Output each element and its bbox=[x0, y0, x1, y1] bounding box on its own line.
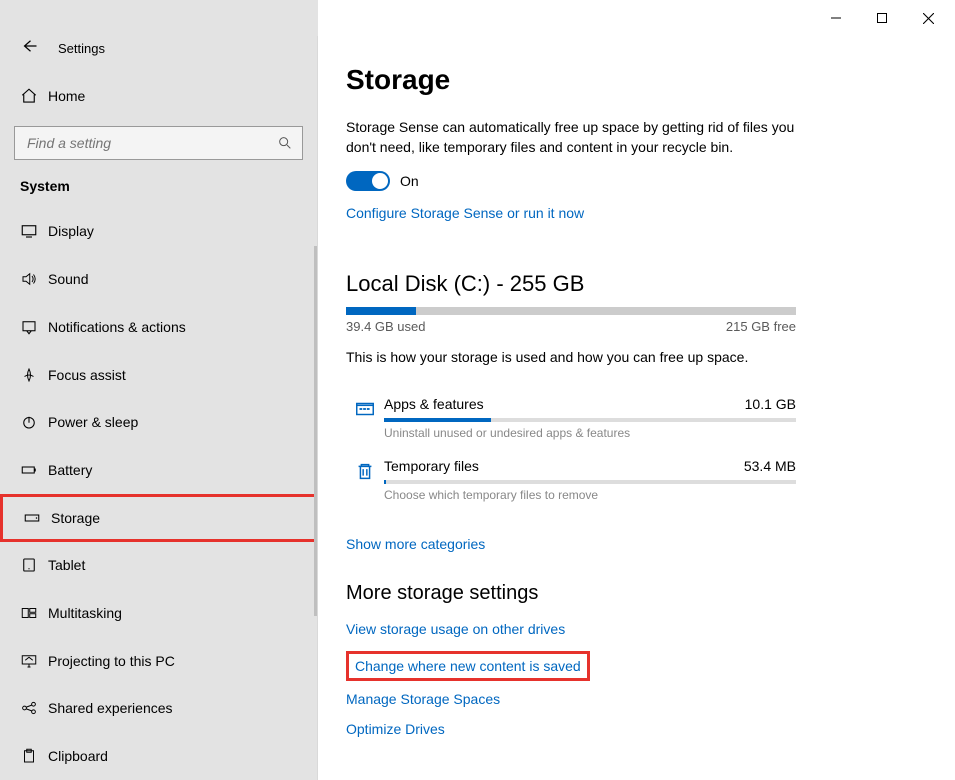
sidebar-label: Power & sleep bbox=[48, 414, 138, 430]
battery-icon bbox=[20, 461, 48, 479]
category-bar bbox=[384, 418, 796, 422]
trash-icon bbox=[346, 458, 384, 502]
view-usage-other-drives-link[interactable]: View storage usage on other drives bbox=[346, 621, 927, 637]
notifications-icon bbox=[20, 318, 48, 336]
category-hint: Uninstall unused or undesired apps & fea… bbox=[384, 426, 796, 440]
sidebar-item-projecting[interactable]: Projecting to this PC bbox=[0, 637, 317, 685]
sidebar-item-shared[interactable]: Shared experiences bbox=[0, 685, 317, 733]
title-bar bbox=[0, 0, 955, 36]
sidebar-label: Clipboard bbox=[48, 748, 108, 764]
sidebar-label: Tablet bbox=[48, 557, 85, 573]
shared-icon bbox=[20, 699, 48, 717]
sidebar-item-battery[interactable]: Battery bbox=[0, 446, 317, 494]
toggle-state-label: On bbox=[400, 173, 419, 189]
category-name: Apps & features bbox=[384, 396, 484, 412]
manage-storage-spaces-link[interactable]: Manage Storage Spaces bbox=[346, 691, 927, 707]
power-icon bbox=[20, 413, 48, 431]
configure-storage-sense-link[interactable]: Configure Storage Sense or run it now bbox=[346, 205, 584, 221]
more-settings-heading: More storage settings bbox=[346, 582, 927, 605]
storage-sense-description: Storage Sense can automatically free up … bbox=[346, 118, 806, 157]
disk-used-label: 39.4 GB used bbox=[346, 319, 426, 334]
sidebar-item-clipboard[interactable]: Clipboard bbox=[0, 732, 317, 780]
sidebar-item-power[interactable]: Power & sleep bbox=[0, 398, 317, 446]
sidebar-scrollbar[interactable] bbox=[314, 246, 317, 616]
sidebar-label: Battery bbox=[48, 462, 92, 478]
sidebar-item-multitasking[interactable]: Multitasking bbox=[0, 589, 317, 637]
category-size: 53.4 MB bbox=[744, 458, 796, 474]
category-temp[interactable]: Temporary files 53.4 MB Choose which tem… bbox=[346, 458, 796, 502]
sidebar-label: Shared experiences bbox=[48, 700, 173, 716]
page-title: Storage bbox=[346, 64, 927, 96]
disk-free-label: 215 GB free bbox=[726, 319, 796, 334]
change-content-saved-link[interactable]: Change where new content is saved bbox=[355, 658, 581, 674]
sidebar-label: Focus assist bbox=[48, 367, 126, 383]
projecting-icon bbox=[20, 652, 48, 670]
sidebar-item-sound[interactable]: Sound bbox=[0, 255, 317, 303]
sidebar-label: Multitasking bbox=[48, 605, 122, 621]
sidebar-item-storage[interactable]: Storage bbox=[0, 494, 317, 542]
category-hint: Choose which temporary files to remove bbox=[384, 488, 796, 502]
sidebar-label: Display bbox=[48, 223, 94, 239]
category-bar bbox=[384, 480, 796, 484]
search-field[interactable] bbox=[15, 135, 268, 151]
search-icon bbox=[268, 135, 302, 151]
category-apps[interactable]: Apps & features 10.1 GB Uninstall unused… bbox=[346, 396, 796, 440]
app-title: Settings bbox=[58, 41, 105, 56]
sidebar-label: Notifications & actions bbox=[48, 319, 186, 335]
sidebar: Settings Home System bbox=[0, 36, 318, 780]
disk-usage-bar bbox=[346, 307, 796, 315]
back-button[interactable] bbox=[20, 37, 52, 60]
optimize-drives-link[interactable]: Optimize Drives bbox=[346, 721, 927, 737]
storage-icon bbox=[23, 509, 51, 527]
sidebar-item-tablet[interactable]: Tablet bbox=[0, 542, 317, 590]
sidebar-item-display[interactable]: Display bbox=[0, 208, 317, 256]
sidebar-item-notifications[interactable]: Notifications & actions bbox=[0, 303, 317, 351]
minimize-button[interactable] bbox=[813, 3, 859, 33]
sidebar-label: Storage bbox=[51, 510, 100, 526]
sidebar-list: Display Sound Notifications & actions bbox=[0, 208, 317, 780]
sidebar-item-focus[interactable]: Focus assist bbox=[0, 351, 317, 399]
search-input[interactable] bbox=[14, 126, 303, 160]
main-panel: Storage Storage Sense can automatically … bbox=[318, 36, 955, 780]
category-size: 10.1 GB bbox=[745, 396, 796, 412]
storage-sense-toggle[interactable] bbox=[346, 171, 390, 191]
change-content-saved-link-highlight: Change where new content is saved bbox=[346, 651, 590, 681]
tablet-icon bbox=[20, 556, 48, 574]
sound-icon bbox=[20, 270, 48, 288]
maximize-button[interactable] bbox=[859, 3, 905, 33]
sidebar-label: Sound bbox=[48, 271, 88, 287]
sidebar-category: System bbox=[0, 168, 317, 208]
disk-title: Local Disk (C:) - 255 GB bbox=[346, 271, 927, 297]
close-button[interactable] bbox=[905, 3, 951, 33]
home-icon bbox=[20, 87, 48, 105]
sidebar-home-label: Home bbox=[48, 88, 85, 104]
clipboard-icon bbox=[20, 747, 48, 765]
sidebar-label: Projecting to this PC bbox=[48, 653, 175, 669]
category-name: Temporary files bbox=[384, 458, 479, 474]
focus-icon bbox=[20, 366, 48, 384]
disk-subtext: This is how your storage is used and how… bbox=[346, 348, 806, 368]
sidebar-home[interactable]: Home bbox=[0, 72, 317, 120]
apps-icon bbox=[346, 396, 384, 440]
display-icon bbox=[20, 222, 48, 240]
multitasking-icon bbox=[20, 604, 48, 622]
show-more-categories-link[interactable]: Show more categories bbox=[346, 536, 485, 552]
